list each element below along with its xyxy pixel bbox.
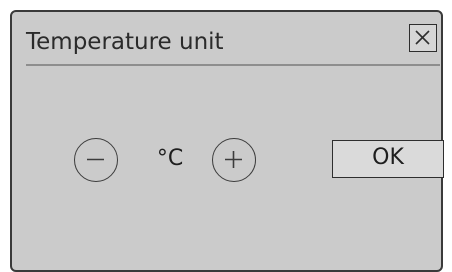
title-divider	[26, 64, 440, 66]
temperature-unit-dialog: Temperature unit °C OK	[10, 10, 444, 272]
dialog-title: Temperature unit	[26, 29, 224, 55]
ok-button[interactable]: OK	[332, 140, 444, 178]
temperature-unit-value: °C	[156, 146, 184, 171]
close-button[interactable]	[409, 24, 437, 52]
increase-unit-button[interactable]	[212, 138, 256, 182]
decrease-unit-button[interactable]	[74, 138, 118, 182]
